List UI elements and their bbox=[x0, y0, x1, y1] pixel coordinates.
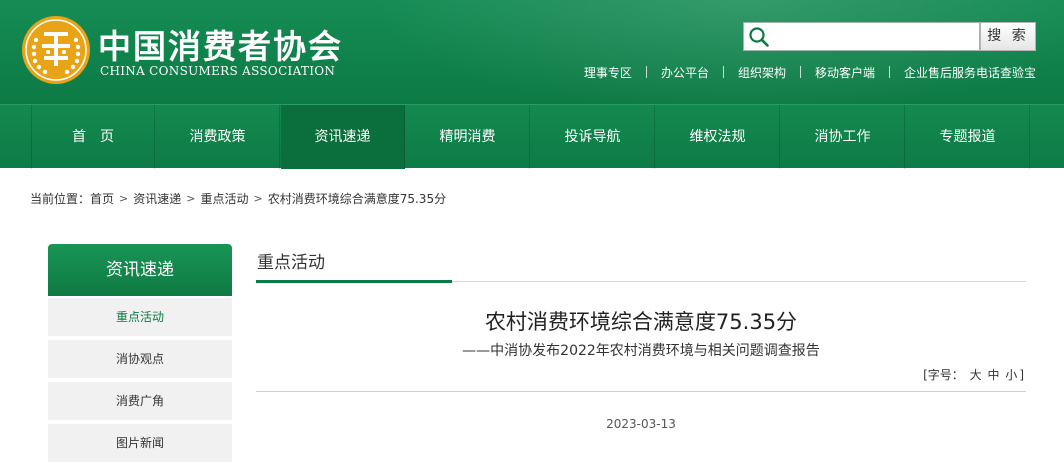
section-divider-accent bbox=[256, 280, 452, 283]
top-link-mobile[interactable]: 移动客户端 bbox=[815, 64, 875, 81]
search-box bbox=[743, 22, 980, 51]
section-title: 重点活动 bbox=[257, 253, 325, 273]
nav-item-smart-consumption[interactable]: 精明消费 bbox=[406, 105, 530, 169]
top-link-aftersales-check[interactable]: 企业售后服务电话查验宝 bbox=[904, 64, 1036, 81]
breadcrumb-home[interactable]: 首页 bbox=[90, 190, 114, 207]
top-link-divider bbox=[645, 66, 647, 78]
breadcrumb: 当前位置： 首页 > 资讯速递 > 重点活动 > 农村消费环境综合满意度75.3… bbox=[30, 190, 446, 207]
article-date: 2023-03-13 bbox=[606, 417, 676, 431]
breadcrumb-key-activities[interactable]: 重点活动 bbox=[200, 190, 248, 207]
top-link-divider bbox=[722, 66, 724, 78]
org-name-cn[interactable]: 中国消费者协会 bbox=[98, 20, 343, 68]
nav-item-news[interactable]: 资讯速递 bbox=[281, 105, 405, 169]
article-subtitle: ——中消协发布2022年农村消费环境与相关问题调查报告 bbox=[462, 343, 820, 359]
font-size-medium-button[interactable]: 中 bbox=[987, 368, 999, 382]
sidebar-item-association-views[interactable]: 消协观点 bbox=[48, 340, 232, 378]
sidebar-item-consumer-perspective[interactable]: 消费广角 bbox=[48, 382, 232, 420]
main-nav: 首 页 消费政策 资讯速递 精明消费 投诉导航 维权法规 消协工作 专题报道 bbox=[0, 104, 1064, 169]
nav-item-association-work[interactable]: 消协工作 bbox=[781, 105, 905, 169]
header-glow bbox=[364, 0, 1064, 104]
breadcrumb-separator: > bbox=[186, 192, 196, 205]
top-links: 理事专区 办公平台 组织架构 移动客户端 企业售后服务电话查验宝 bbox=[584, 64, 1036, 80]
breadcrumb-news[interactable]: 资讯速递 bbox=[133, 190, 181, 207]
search-icon bbox=[749, 27, 769, 47]
search-button[interactable]: 搜 索 bbox=[980, 22, 1036, 51]
nav-item-special-reports[interactable]: 专题报道 bbox=[906, 105, 1030, 169]
nav-item-home[interactable]: 首 页 bbox=[31, 105, 155, 169]
site-header: 中国消费者协会 CHINA CONSUMERS ASSOCIATION 搜 索 … bbox=[0, 0, 1064, 104]
breadcrumb-separator: > bbox=[253, 192, 263, 205]
font-size-small-button[interactable]: 小 bbox=[1005, 368, 1017, 382]
nav-item-complaint-guide[interactable]: 投诉导航 bbox=[531, 105, 655, 169]
top-link-structure[interactable]: 组织架构 bbox=[738, 64, 786, 81]
top-link-divider bbox=[799, 66, 801, 78]
top-link-divider bbox=[888, 66, 890, 78]
article-title: 农村消费环境综合满意度75.35分 bbox=[484, 310, 798, 334]
nav-item-consumer-policy[interactable]: 消费政策 bbox=[156, 105, 280, 169]
breadcrumb-current: 农村消费环境综合满意度75.35分 bbox=[267, 192, 447, 206]
top-link-council[interactable]: 理事专区 bbox=[584, 64, 632, 81]
font-size-close: ] bbox=[1019, 368, 1024, 382]
search-input[interactable] bbox=[774, 26, 974, 47]
nav-item-rights-law[interactable]: 维权法规 bbox=[656, 105, 780, 169]
breadcrumb-separator: > bbox=[119, 192, 129, 205]
article-divider bbox=[256, 391, 1026, 392]
font-size-control: [字号： 大 中 小] bbox=[921, 366, 1024, 383]
font-size-label: [字号： bbox=[923, 368, 964, 382]
sidebar-item-key-activities[interactable]: 重点活动 bbox=[48, 298, 232, 336]
sidebar-title: 资讯速递 bbox=[48, 244, 232, 296]
sidebar-item-photo-news[interactable]: 图片新闻 bbox=[48, 424, 232, 462]
cca-emblem-icon[interactable] bbox=[20, 14, 92, 86]
top-link-office[interactable]: 办公平台 bbox=[661, 64, 709, 81]
org-name-en: CHINA CONSUMERS ASSOCIATION bbox=[100, 64, 336, 78]
font-size-large-button[interactable]: 大 bbox=[970, 368, 982, 382]
breadcrumb-prefix: 当前位置： bbox=[30, 192, 91, 206]
